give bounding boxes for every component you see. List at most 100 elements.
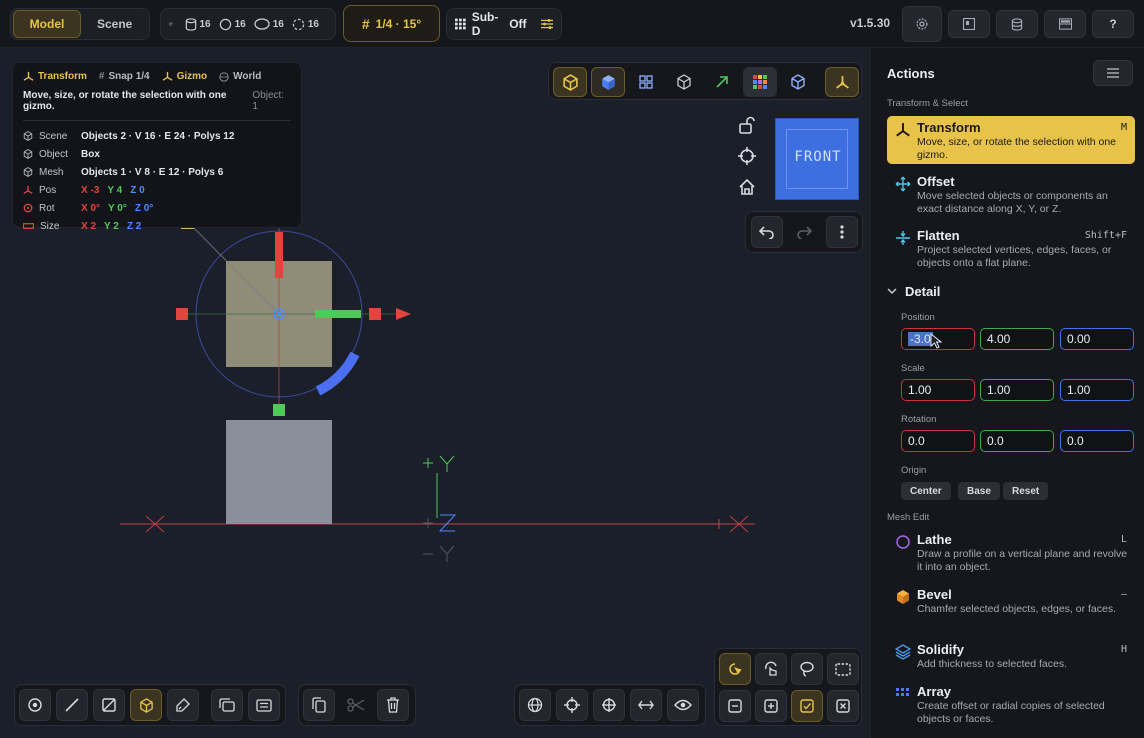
copy-icon <box>312 697 326 713</box>
rotation-y-input[interactable]: 0.0 <box>980 430 1054 452</box>
intersect-select-button[interactable] <box>791 690 823 722</box>
view-cube[interactable]: FRONT <box>775 118 859 200</box>
rotation-z-input[interactable]: 0.0 <box>1060 430 1134 452</box>
export-button[interactable] <box>705 67 739 97</box>
panel-title: Actions <box>887 66 935 81</box>
box-tool-button[interactable] <box>130 689 162 721</box>
cube-icon <box>23 131 33 141</box>
section-transform-select: Transform & Select <box>887 98 968 109</box>
blue-cube-icon <box>791 74 805 90</box>
info-pos-x: X -3 <box>81 184 100 196</box>
panel-menu-button[interactable] <box>1093 60 1133 86</box>
notes-button[interactable] <box>248 689 280 721</box>
transform-gizmo-button[interactable] <box>825 67 859 97</box>
action-lathe-desc: Draw a profile on a vertical plane and r… <box>917 548 1128 573</box>
plane-tool-button[interactable] <box>93 689 125 721</box>
action-lathe[interactable]: Lathe Draw a profile on a vertical plane… <box>887 528 1135 576</box>
info-pos-label: Pos <box>39 184 57 196</box>
scissors-icon <box>347 698 365 712</box>
grid-layout-button[interactable] <box>629 67 663 97</box>
origin-base-button[interactable]: Base <box>958 482 1000 500</box>
visibility-button[interactable] <box>667 689 699 721</box>
undo-button[interactable] <box>751 216 783 248</box>
unlock-icon[interactable] <box>738 116 756 134</box>
info-object-value: Box <box>81 148 100 160</box>
film-button[interactable] <box>1044 10 1086 38</box>
info-object-label: Object <box>39 148 68 160</box>
mode-scene-button[interactable]: Scene <box>81 10 148 38</box>
action-array[interactable]: Array Create offset or radial copies of … <box>887 680 1135 728</box>
world-view-button[interactable] <box>519 689 551 721</box>
origin-y-marker <box>423 455 455 518</box>
object-mode-button[interactable] <box>553 67 587 97</box>
center-view-button[interactable] <box>593 689 625 721</box>
position-z-input[interactable]: 0.00 <box>1060 328 1134 350</box>
mode-model-button[interactable]: Model <box>13 10 81 38</box>
globe-icon <box>527 697 543 713</box>
point-tool-button[interactable] <box>19 689 51 721</box>
z-axis-bar <box>275 232 283 278</box>
clear-select-button[interactable] <box>827 690 859 722</box>
action-bevel[interactable]: Bevel Chamfer selected objects, edges, o… <box>887 583 1135 631</box>
info-transform-mode: Transform <box>23 71 87 82</box>
box-object-2 <box>226 420 332 524</box>
cut-button[interactable] <box>340 689 372 721</box>
lasso-icon <box>800 661 814 677</box>
help-button[interactable]: ? <box>1092 10 1134 38</box>
position-y-input[interactable]: 4.00 <box>980 328 1054 350</box>
palette-button[interactable] <box>743 67 777 97</box>
settings-button[interactable] <box>902 6 942 42</box>
panel-layout-button[interactable] <box>948 10 990 38</box>
box-select-button[interactable] <box>827 653 859 685</box>
database-button[interactable] <box>996 10 1038 38</box>
sliders-icon[interactable] <box>540 18 554 30</box>
more-menu-button[interactable] <box>826 216 858 248</box>
snap-button[interactable]: # 1/4 · 15° <box>343 5 440 42</box>
layers-button[interactable] <box>211 689 243 721</box>
note-list-icon <box>256 698 272 712</box>
orbit-select-button[interactable] <box>719 653 751 685</box>
info-pos-z: Z 0 <box>130 184 145 196</box>
action-solidify[interactable]: Solidify Add thickness to selected faces… <box>887 638 1135 678</box>
crosshair-icon[interactable] <box>738 147 756 165</box>
pen-tool-button[interactable] <box>167 689 199 721</box>
grid-four-icon <box>639 75 653 89</box>
paint-select-button[interactable] <box>755 653 787 685</box>
focus-button[interactable] <box>556 689 588 721</box>
action-transform[interactable]: Transform Move, size, or rotate the sele… <box>887 116 1135 164</box>
detail-section-toggle[interactable]: Detail <box>887 284 940 299</box>
action-flatten[interactable]: Flatten Project selected vertices, edges… <box>887 224 1135 272</box>
version-label: v1.5.30 <box>850 16 891 30</box>
origin-neg-marker <box>423 518 455 562</box>
redo-button[interactable] <box>788 216 820 248</box>
vertical-dots-icon <box>840 225 844 239</box>
subtract-select-button[interactable] <box>719 690 751 722</box>
solid-shading-button[interactable] <box>591 67 625 97</box>
lasso-select-button[interactable] <box>791 653 823 685</box>
action-offset[interactable]: Offset Move selected objects or componen… <box>887 170 1135 218</box>
detail-label: Detail <box>905 284 941 299</box>
material-cube-button[interactable] <box>781 67 815 97</box>
origin-z-marker <box>438 514 457 532</box>
wireframe-button[interactable] <box>667 67 701 97</box>
line-tool-button[interactable] <box>56 689 88 721</box>
info-transform-label: Transform <box>38 71 87 82</box>
action-offset-title: Offset <box>917 174 955 189</box>
rotation-x-input[interactable]: 0.0 <box>901 430 975 452</box>
subd-toggle[interactable]: Sub-D Off <box>446 8 562 40</box>
delete-button[interactable] <box>377 689 409 721</box>
home-icon[interactable] <box>738 178 756 196</box>
mirror-button[interactable] <box>630 689 662 721</box>
origin-reset-button[interactable]: Reset <box>1003 482 1049 500</box>
copy-button[interactable] <box>303 689 335 721</box>
scale-y-input[interactable]: 1.00 <box>980 379 1054 401</box>
color-grid-icon <box>753 75 767 89</box>
rotate-cursor-icon <box>729 663 742 675</box>
scale-x-input[interactable]: 1.00 <box>901 379 975 401</box>
info-mesh-label: Mesh <box>39 166 64 178</box>
layout-icon <box>963 18 975 30</box>
origin-center-button[interactable]: Center <box>901 482 951 500</box>
add-select-button[interactable] <box>755 690 787 722</box>
scale-z-input[interactable]: 1.00 <box>1060 379 1134 401</box>
stat-ellipse-count: 16 <box>272 18 284 30</box>
